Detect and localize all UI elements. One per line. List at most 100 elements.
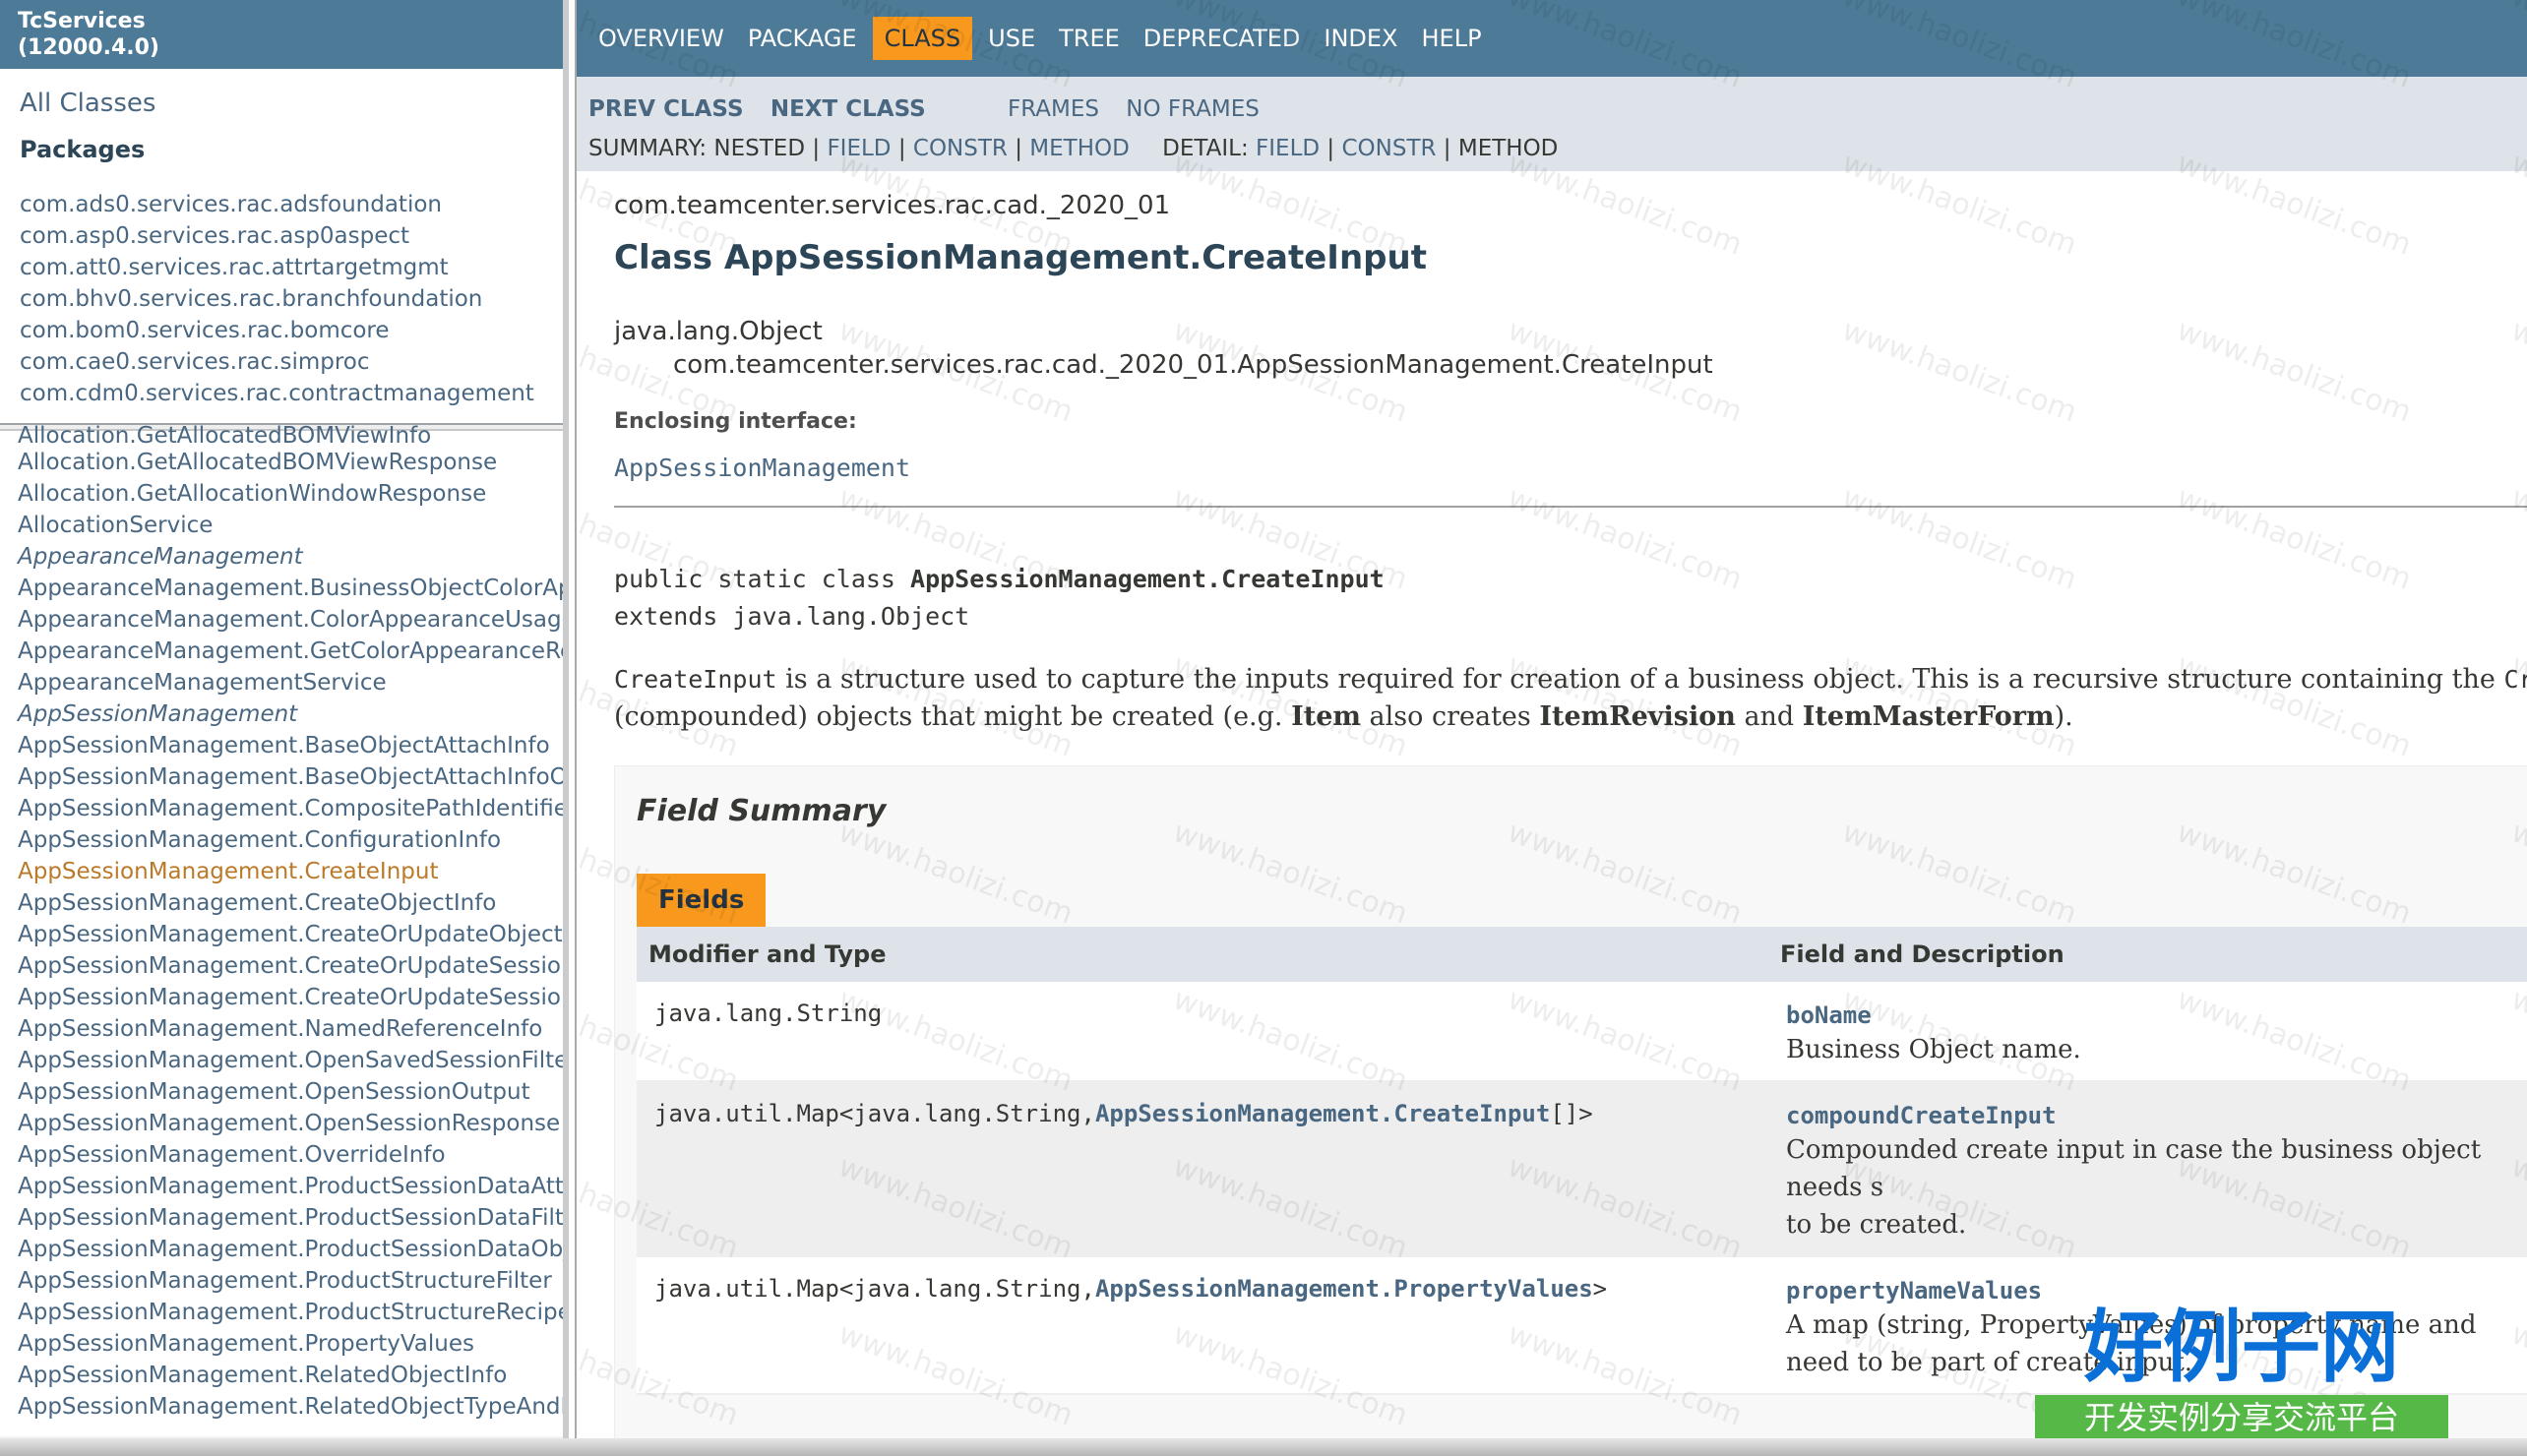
class-link[interactable]: AppSessionManagement.RelatedObjectInfo [18, 1360, 563, 1391]
class-link[interactable]: AppSessionManagement.OpenSessionOutput [18, 1076, 563, 1108]
field-name-link[interactable]: compoundCreateInput [1786, 1100, 2527, 1131]
prev-class-link[interactable]: PREV CLASS [588, 96, 744, 122]
column-header: Field and Description [1768, 927, 2527, 982]
frames-link[interactable]: FRAMES [1008, 96, 1099, 122]
summary-label: SUMMARY: NESTED | [588, 136, 821, 161]
nav-index[interactable]: INDEX [1312, 17, 1409, 60]
all-classes-link[interactable]: All Classes [20, 89, 563, 118]
type-link[interactable]: AppSessionManagement.CreateInput [1095, 1100, 1550, 1127]
package-link[interactable]: com.cdm0.services.rac.contractmanagement [20, 378, 563, 409]
nav-tree[interactable]: TREE [1047, 17, 1132, 60]
class-list: Allocation.GetAllocatedBOMViewInfo Alloca… [18, 425, 563, 1423]
package-link[interactable]: com.bom0.services.rac.bomcore [20, 315, 563, 346]
class-link[interactable]: AppSessionManagement.PropertyValues [18, 1328, 563, 1360]
class-link[interactable]: AppearanceManagementService [18, 667, 563, 698]
class-link[interactable]: AppSessionManagement.RelatedObjectTypeAn… [18, 1391, 563, 1423]
separator: | [1326, 136, 1335, 161]
class-link[interactable]: AppSessionManagement.CreateOrUpdateSessi… [18, 982, 563, 1013]
package-link[interactable]: com.att0.services.rac.attrtargetmgmt [20, 252, 563, 283]
type-cell: java.util.Map<java.lang.String,AppSessio… [637, 1256, 1768, 1395]
nav-use[interactable]: USE [976, 17, 1047, 60]
table-row: java.lang.String boName Business Object na… [637, 982, 2527, 1082]
class-link[interactable]: Allocation.GetAllocatedBOMViewResponse [18, 447, 563, 478]
class-frame: OVERVIEW PACKAGE CLASS USE TREE DEPRECATED IND… [575, 0, 2527, 1456]
left-frames: TcServices (12000.4.0) All Classes Packa… [0, 0, 1506, 1456]
desc-text: also creates [1360, 701, 1540, 732]
detail-constr-link[interactable]: CONSTR [1341, 136, 1436, 161]
nav-class: CLASS [872, 17, 973, 60]
classes-frame: Allocation.GetAllocatedBOMViewInfo Alloca… [0, 425, 563, 1438]
packages-frame: TcServices (12000.4.0) All Classes Packa… [0, 0, 563, 423]
desc-text: ). [2054, 701, 2073, 732]
package-link[interactable]: com.ads0.services.rac.adsfoundation [20, 189, 563, 220]
nav-package[interactable]: PACKAGE [736, 17, 869, 60]
next-class-link[interactable]: NEXT CLASS [770, 96, 926, 122]
type-cell: java.lang.String [637, 982, 1768, 1082]
desc-bold: ItemMasterForm [1802, 701, 2055, 732]
no-frames-link[interactable]: NO FRAMES [1126, 96, 1260, 122]
inheritance-root: java.lang.Object [614, 317, 823, 346]
class-link[interactable]: Allocation.GetAllocatedBOMViewInfo [18, 425, 563, 448]
type-link[interactable]: AppSessionManagement.PropertyValues [1095, 1275, 1593, 1303]
field-cell: boName Business Object name. [1768, 982, 2527, 1082]
nav-help[interactable]: HELP [1410, 17, 1494, 60]
declaration-extends: extends java.lang.Object [614, 602, 970, 631]
class-link[interactable]: AppSessionManagement.CreateObjectInfo [18, 887, 563, 919]
enclosing-interface-label: Enclosing interface: [614, 409, 857, 434]
summary-method-link[interactable]: METHOD [1029, 136, 1130, 161]
watermark-logo-subtitle: 开发实例分享交流平台 [2035, 1395, 2448, 1440]
class-link[interactable]: AppSessionManagement.BaseObjectAttachInf… [18, 730, 563, 761]
type-cell: java.util.Map<java.lang.String,AppSessio… [637, 1081, 1768, 1257]
class-link[interactable]: AppearanceManagement.ColorAppearanceUsag… [18, 604, 563, 636]
package-link[interactable]: com.cae0.services.rac.simproc [20, 346, 563, 378]
class-link[interactable]: AppSessionManagement.ProductSessionDataA… [18, 1171, 563, 1202]
declaration-prefix: public static class [614, 565, 911, 593]
window-bottom-edge [0, 1438, 2527, 1456]
summary-field-link[interactable]: FIELD [827, 136, 891, 161]
class-link[interactable]: AppSessionManagement [18, 698, 563, 730]
class-link[interactable]: AppSessionManagement.ProductSessionDataF… [18, 1202, 563, 1234]
class-link[interactable]: AppSessionManagement.CreateOrUpdateObjec… [18, 919, 563, 950]
desc-text: (compounded) objects that might be creat… [614, 701, 1292, 732]
separator: | [1015, 136, 1022, 161]
class-link[interactable]: AppSessionManagement.BaseObjectAttachInf… [18, 761, 563, 793]
class-link[interactable]: Allocation.GetAllocationWindowResponse [18, 478, 563, 510]
package-list: com.ads0.services.rac.adsfoundation com.… [20, 189, 563, 409]
class-link[interactable]: AppSessionManagement.ProductStructureFil… [18, 1265, 563, 1297]
class-link[interactable]: AllocationService [18, 510, 563, 541]
class-content: com.teamcenter.services.rac.cad._2020_01… [577, 171, 2527, 1454]
class-link[interactable]: AppSessionManagement.CompositePathIdenti… [18, 793, 563, 824]
sub-navbar: PREV CLASS NEXT CLASS FRAMES NO FRAMES S… [577, 77, 2527, 171]
class-link[interactable]: AppSessionManagement.OpenSessionResponse [18, 1108, 563, 1139]
field-description: Business Object name. [1786, 1035, 2081, 1064]
enclosing-interface-link[interactable]: AppSessionManagement [614, 454, 2527, 482]
field-cell: compoundCreateInput Compounded create inp… [1768, 1081, 2527, 1257]
desc-bold: ItemRevision [1539, 701, 1736, 732]
desc-code: CreateInput [614, 665, 777, 694]
class-link[interactable]: AppearanceManagement.BusinessObjectColor… [18, 573, 563, 604]
detail-field-link[interactable]: FIELD [1256, 136, 1320, 161]
field-name-link[interactable]: boName [1786, 1000, 2527, 1031]
class-link[interactable]: AppSessionManagement.ProductSessionDataO… [18, 1234, 563, 1265]
nav-overview[interactable]: OVERVIEW [586, 17, 736, 60]
detail-method-text: METHOD [1457, 136, 1559, 161]
inheritance-child: com.teamcenter.services.rac.cad._2020_01… [673, 350, 1713, 380]
class-link[interactable]: AppSessionManagement.OverrideInfo [18, 1139, 563, 1171]
package-link[interactable]: com.asp0.services.rac.asp0aspect [20, 220, 563, 252]
class-link[interactable]: AppSessionManagement.CreateOrUpdateSessi… [18, 950, 563, 982]
class-link[interactable]: AppSessionManagement.ProductStructureRec… [18, 1297, 563, 1328]
summary-constr-link[interactable]: CONSTR [913, 136, 1008, 161]
class-link[interactable]: AppSessionManagement.ConfigurationInfo [18, 824, 563, 856]
top-navbar: OVERVIEW PACKAGE CLASS USE TREE DEPRECATED IND… [577, 0, 2527, 77]
class-link[interactable]: AppearanceManagement [18, 541, 563, 573]
fields-tab[interactable]: Fields [637, 874, 767, 927]
class-link[interactable]: AppSessionManagement.CreateInput [18, 856, 563, 887]
class-link[interactable]: AppearanceManagement.GetColorAppearanceR… [18, 636, 563, 667]
class-link[interactable]: AppSessionManagement.OpenSavedSessionFil… [18, 1045, 563, 1076]
packages-heading: Packages [20, 136, 146, 163]
nav-deprecated[interactable]: DEPRECATED [1132, 17, 1313, 60]
type-text: java.lang.String [654, 1000, 883, 1027]
class-description: CreateInput is a structure used to captu… [614, 661, 2527, 736]
package-link[interactable]: com.bhv0.services.rac.branchfoundation [20, 283, 563, 315]
class-link[interactable]: AppSessionManagement.NamedReferenceInfo [18, 1013, 563, 1045]
